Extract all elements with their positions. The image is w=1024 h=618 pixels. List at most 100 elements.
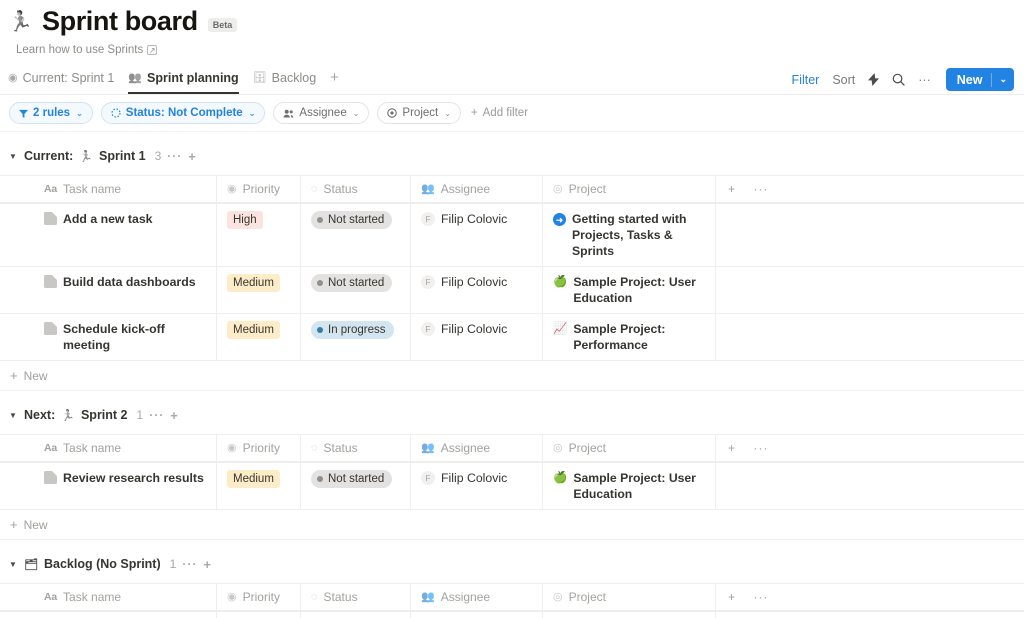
cell-status[interactable]: Not started [300, 463, 410, 509]
learn-sprints-link[interactable]: Learn how to use Sprints ↗ [16, 44, 1024, 56]
cell-assignee[interactable]: FFilip Colovic [410, 314, 542, 360]
column-header-priority-label: Priority [243, 440, 280, 456]
text-type-icon: Aa [44, 440, 57, 456]
cell-assignee[interactable]: FFilip Colovic [410, 612, 542, 618]
column-header-project[interactable]: ◎Project [542, 176, 715, 202]
status-label: Not started [328, 471, 384, 487]
chip-assignee[interactable]: Assignee ⌄ [273, 102, 369, 124]
column-header-task-name[interactable]: AaTask name [0, 435, 216, 461]
column-header-priority[interactable]: ◉Priority [216, 176, 300, 202]
column-header-task-name[interactable]: AaTask name [0, 176, 216, 202]
table-header-row: AaTask name◉Priority◌Status👥Assignee◎Pro… [0, 434, 1024, 462]
cell-status[interactable]: Not started [300, 267, 410, 313]
plus-icon: + [10, 368, 18, 383]
column-header-priority[interactable]: ◉Priority [216, 584, 300, 610]
chip-status[interactable]: Status: Not Complete ⌄ [101, 102, 266, 124]
cell-priority[interactable]: Medium [216, 267, 300, 313]
column-header-assignee[interactable]: 👥Assignee [410, 176, 542, 202]
cell-status[interactable]: Not started [300, 204, 410, 266]
group-count: 1 [137, 408, 144, 422]
column-header-project[interactable]: ◎Project [542, 435, 715, 461]
group-more-icon[interactable]: ··· [182, 557, 197, 571]
add-tab-button[interactable]: + [330, 69, 339, 90]
group-more-icon[interactable]: ··· [149, 408, 164, 422]
new-task-row[interactable]: +New [0, 509, 1024, 540]
cell-project[interactable]: 🍏Sample Project: User Education [542, 612, 715, 618]
column-header-project[interactable]: ◎Project [542, 584, 715, 610]
chip-project[interactable]: Project ⌄ [377, 102, 461, 124]
cell-priority[interactable]: High [216, 204, 300, 266]
cell-priority[interactable]: Medium [216, 314, 300, 360]
cell-task-name[interactable]: Build data dashboards [0, 267, 216, 313]
table-row[interactable]: Add a new taskHigh Not started FFilip Colo… [0, 203, 1024, 266]
project-label: Getting started with Projects, Tasks & S… [572, 211, 707, 259]
column-header-status[interactable]: ◌Status [300, 176, 410, 202]
cell-project[interactable]: ➜Getting started with Projects, Tasks & … [542, 204, 715, 266]
chevron-down-icon: ⌄ [353, 109, 360, 118]
task-table: AaTask name◉Priority◌Status👥Assignee◎Pro… [0, 434, 1024, 509]
add-column-button[interactable]: + [715, 176, 745, 202]
table-header-row: AaTask name◉Priority◌Status👥Assignee◎Pro… [0, 583, 1024, 611]
cell-task-name[interactable]: Review research results [0, 463, 216, 509]
add-column-button[interactable]: + [715, 435, 745, 461]
header-spacer [775, 584, 1024, 610]
cell-task-name[interactable]: Add a new task [0, 204, 216, 266]
collapse-caret-icon[interactable]: ▼ [9, 560, 18, 569]
group-add-icon[interactable]: + [188, 149, 196, 164]
cell-assignee[interactable]: FFilip Colovic [410, 463, 542, 509]
lightning-icon[interactable] [868, 73, 879, 86]
cell-project[interactable]: 📈Sample Project: Performance [542, 314, 715, 360]
cell-status[interactable]: In progress [300, 314, 410, 360]
new-task-row[interactable]: +New [0, 360, 1024, 391]
group-header[interactable]: ▼Current:🏃Sprint 13···+ [0, 145, 1024, 167]
add-column-button[interactable]: + [715, 584, 745, 610]
table-more-options-icon[interactable]: ··· [745, 584, 775, 610]
tab-current-sprint[interactable]: ◉ Current: Sprint 1 [8, 64, 114, 94]
table-row[interactable]: Schedule kick-off meetingMediumIn progre… [0, 313, 1024, 360]
filter-button[interactable]: Filter [792, 73, 820, 87]
column-header-status[interactable]: ◌Status [300, 584, 410, 610]
table-row[interactable]: Build data dashboardsMedium Not started FF… [0, 266, 1024, 313]
add-filter-button[interactable]: + Add filter [471, 107, 528, 119]
chip-rules[interactable]: 2 rules ⌄ [9, 102, 93, 124]
tab-backlog[interactable]: 🗄 Backlog [253, 64, 316, 94]
group-header[interactable]: ▼🗂Backlog (No Sprint)1···+ [0, 553, 1024, 575]
column-header-assignee-label: Assignee [441, 589, 490, 605]
table-row[interactable]: Review research resultsMedium Not started… [0, 462, 1024, 509]
row-spacer-dots [745, 612, 775, 618]
chevron-down-icon[interactable]: ⌄ [992, 68, 1014, 91]
page-header: 🏃 Sprint board Beta Learn how to use Spr… [0, 0, 1024, 56]
collapse-caret-icon[interactable]: ▼ [9, 411, 18, 420]
column-header-task-name[interactable]: AaTask name [0, 584, 216, 610]
collapse-caret-icon[interactable]: ▼ [9, 152, 18, 161]
group-add-icon[interactable]: + [170, 408, 178, 423]
table-more-options-icon[interactable]: ··· [745, 435, 775, 461]
cell-priority[interactable]: Low [216, 612, 300, 618]
table-row[interactable]: Scope tooltip projectLowNot startedFFili… [0, 611, 1024, 618]
row-spacer [775, 463, 1024, 509]
cell-priority[interactable]: Medium [216, 463, 300, 509]
group-more-icon[interactable]: ··· [167, 149, 182, 163]
new-button[interactable]: New ⌄ [946, 68, 1014, 91]
cell-project[interactable]: 🍏Sample Project: User Education [542, 267, 715, 313]
cell-assignee[interactable]: FFilip Colovic [410, 267, 542, 313]
tab-sprint-planning[interactable]: 👥 Sprint planning [128, 64, 238, 94]
search-icon[interactable] [892, 73, 905, 86]
group-add-icon[interactable]: + [203, 557, 211, 572]
column-header-status[interactable]: ◌Status [300, 435, 410, 461]
status-badge: Not started [311, 274, 392, 292]
table-more-options-icon[interactable]: ··· [745, 176, 775, 202]
assignee-label: Filip Colovic [441, 470, 507, 486]
cell-status[interactable]: Not started [300, 612, 410, 618]
column-header-assignee[interactable]: 👥Assignee [410, 435, 542, 461]
sort-button[interactable]: Sort [832, 73, 855, 87]
column-header-assignee[interactable]: 👥Assignee [410, 584, 542, 610]
cell-project[interactable]: 🍏Sample Project: User Education [542, 463, 715, 509]
cell-task-name[interactable]: Schedule kick-off meeting [0, 314, 216, 360]
cell-task-name[interactable]: Scope tooltip project [0, 612, 216, 618]
group-header[interactable]: ▼Next:🏃Sprint 21···+ [0, 404, 1024, 426]
status-label: Not started [328, 212, 384, 228]
more-options-icon[interactable]: ··· [918, 73, 931, 87]
cell-assignee[interactable]: FFilip Colovic [410, 204, 542, 266]
column-header-priority[interactable]: ◉Priority [216, 435, 300, 461]
